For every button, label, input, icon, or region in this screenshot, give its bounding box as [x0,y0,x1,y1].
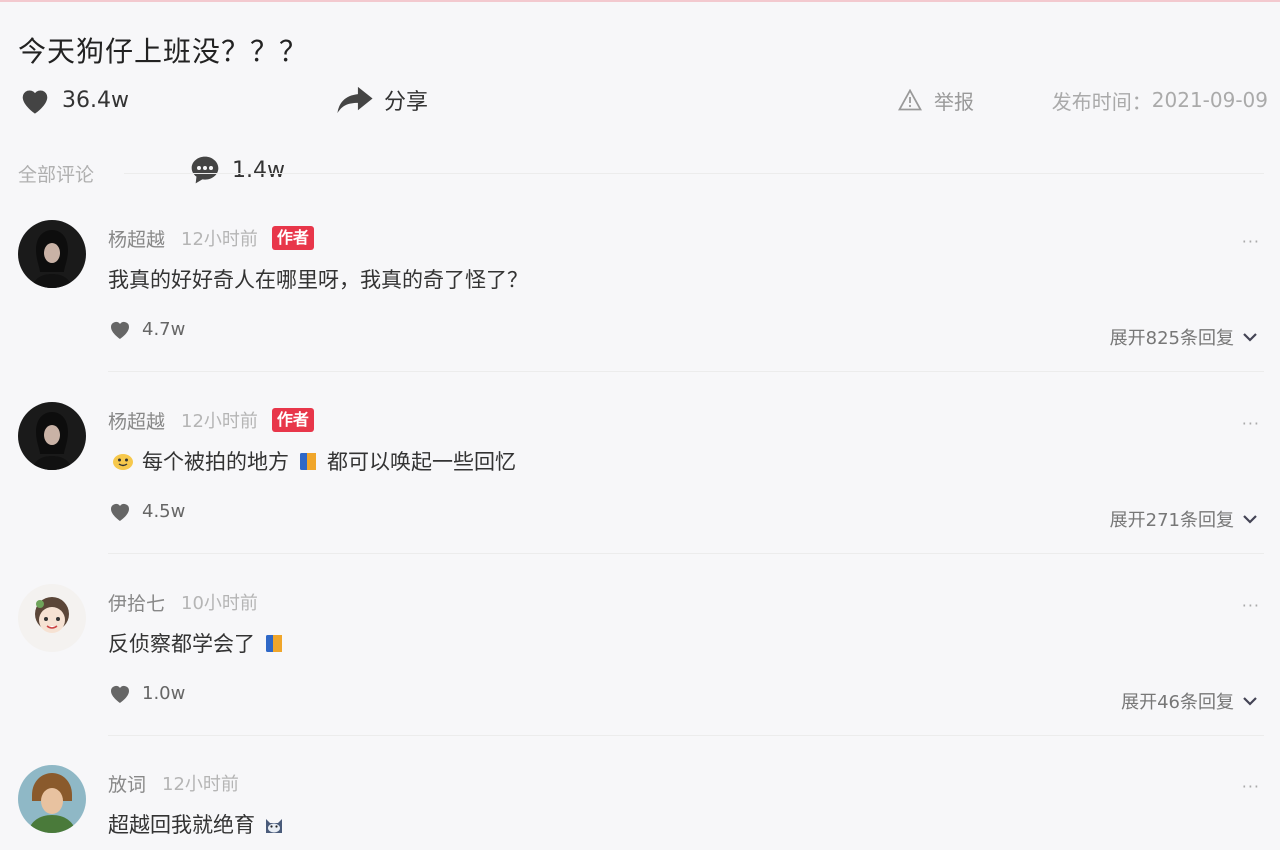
heart-icon [22,90,48,114]
comment-item: 放词 12小时前 ··· 超越回我就绝育 [0,765,1280,850]
comment-count: 1.4w [232,157,285,183]
comment-text: 超越回我就绝育 [108,809,293,839]
comment-divider [108,553,1264,554]
report-button[interactable]: 举报 [898,80,974,120]
comment-meta: 伊拾七 10小时前 [108,588,258,616]
expand-replies-label: 展开825条回复 [1109,328,1234,349]
heart-icon [111,322,129,339]
post-title: 今天狗仔上班没？？？ [18,35,309,68]
avatar[interactable] [18,584,86,652]
avatar[interactable] [18,220,86,288]
all-comments-label: 全部评论 [18,164,95,186]
comment-like-count: 4.5w [142,500,186,522]
username[interactable]: 放词 [108,770,146,797]
publish-date: 2021-09-09 [1151,88,1268,112]
heart-icon [111,686,129,703]
chevron-down-icon [1243,333,1257,342]
top-accent-line [0,0,1280,2]
like-count: 36.4w [62,87,129,113]
comment-like-count: 4.7w [142,318,186,340]
book-emoji-icon [300,453,316,470]
comment-like-button[interactable]: 4.5w [108,500,185,522]
username[interactable]: 杨超越 [108,407,165,434]
chevron-down-icon [1243,515,1257,524]
like-button[interactable]: 36.4w [18,80,129,120]
comment-time: 10小时前 [181,593,258,614]
share-button[interactable]: 分享 [336,80,428,120]
comment-like-button[interactable]: 1.0w [108,682,185,704]
username[interactable]: 伊拾七 [108,589,165,616]
expand-replies-button[interactable]: 展开825条回复 [1110,324,1258,350]
expand-replies-label: 展开271条回复 [1109,510,1234,531]
avatar[interactable] [18,765,86,833]
book-emoji-icon [266,635,282,652]
section-divider [124,173,1264,174]
share-label: 分享 [384,90,429,115]
comment-divider [108,735,1264,736]
more-options-icon[interactable]: ··· [1242,777,1260,796]
comment-text-part: 超越回我就绝育 [108,813,255,837]
post-stats-bar: 36.4w 1.4w 分享 举报 发布时间： 2021-09-09 [18,80,1268,184]
smiley-emoji-icon [113,454,133,470]
comment-text: 反侦察都学会了 [108,628,293,658]
avatar[interactable] [18,402,86,470]
more-options-icon[interactable]: ··· [1242,596,1260,615]
author-badge: 作者 [271,408,314,432]
comment-text-part: 每个被拍的地方 [142,450,289,474]
cat-emoji-icon [266,819,282,833]
author-badge: 作者 [271,226,314,250]
warning-triangle-icon [898,89,922,111]
report-label: 举报 [934,89,974,114]
more-options-icon[interactable]: ··· [1242,414,1260,433]
comment-like-count: 1.0w [142,682,186,704]
comment-time: 12小时前 [181,229,258,250]
expand-replies-label: 展开46条回复 [1121,692,1234,713]
comment-text: 每个被拍的地方 都可以唤起一些回忆 [108,446,516,476]
comment-meta: 放词 12小时前 [108,769,239,797]
comment-item: 伊拾七 10小时前 ··· 反侦察都学会了 1.0w 展开46条回复 [0,584,1280,764]
comment-time: 12小时前 [162,774,239,795]
comment-text-part: 我真的好好奇人在哪里呀，我真的奇了怪了？ [108,268,528,292]
comment-like-button[interactable]: 4.7w [108,318,185,340]
more-options-icon[interactable]: ··· [1242,232,1260,251]
comment-divider [108,371,1264,372]
comment-text-part: 都可以唤起一些回忆 [327,450,516,474]
expand-replies-button[interactable]: 展开271条回复 [1110,506,1258,532]
comment-text-part: 反侦察都学会了 [108,632,255,656]
comment-text: 我真的好好奇人在哪里呀，我真的奇了怪了？ [108,264,528,294]
comment-bubble-icon [191,156,219,184]
publish-label: 发布时间： [1051,89,1152,114]
comment-meta: 杨超越 12小时前 作者 [108,224,314,252]
share-arrow-icon [337,86,373,114]
comment-item: 杨超越 12小时前 作者 ··· 每个被拍的地方 都可以唤起一些回忆 4.5w … [0,402,1280,582]
username[interactable]: 杨超越 [108,225,165,252]
publish-info: 发布时间： 2021-09-09 [1052,80,1268,120]
chevron-down-icon [1243,697,1257,706]
comment-meta: 杨超越 12小时前 作者 [108,406,314,434]
expand-replies-button[interactable]: 展开46条回复 [1121,688,1258,714]
heart-icon [111,504,129,521]
comment-time: 12小时前 [181,411,258,432]
comment-item: 杨超越 12小时前 作者 ··· 我真的好好奇人在哪里呀，我真的奇了怪了？ 4.… [0,220,1280,400]
